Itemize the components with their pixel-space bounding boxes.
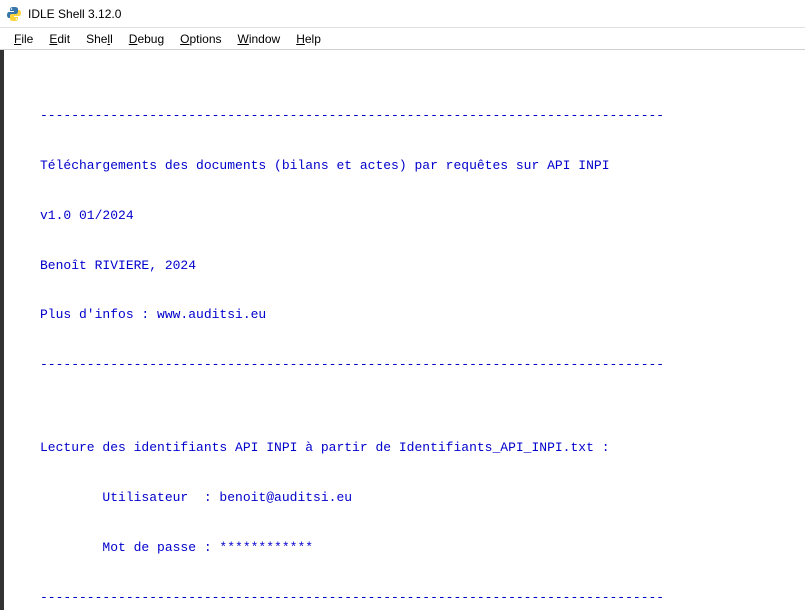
output-line: Utilisateur : benoit@auditsi.eu xyxy=(40,490,793,507)
titlebar: IDLE Shell 3.12.0 xyxy=(0,0,805,28)
menu-edit[interactable]: Edit xyxy=(41,30,78,48)
menu-window[interactable]: Window xyxy=(230,30,289,48)
output-line: ----------------------------------------… xyxy=(40,590,793,607)
output-line: Benoît RIVIERE, 2024 xyxy=(40,258,793,275)
menu-options[interactable]: Options xyxy=(172,30,229,48)
output-line: ----------------------------------------… xyxy=(40,108,793,125)
output-line: Mot de passe : ************ xyxy=(40,540,793,557)
window-title: IDLE Shell 3.12.0 xyxy=(28,7,121,21)
output-line: Téléchargements des documents (bilans et… xyxy=(40,158,793,175)
output-line: Lecture des identifiants API INPI à part… xyxy=(40,440,793,457)
output-line: v1.0 01/2024 xyxy=(40,208,793,225)
left-gutter xyxy=(0,50,4,610)
shell-output[interactable]: ----------------------------------------… xyxy=(0,50,805,610)
output-line: Plus d'infos : www.auditsi.eu xyxy=(40,307,793,324)
python-icon xyxy=(6,6,22,22)
menu-file[interactable]: File xyxy=(6,30,41,48)
menu-shell[interactable]: Shell xyxy=(78,30,121,48)
output-line: ----------------------------------------… xyxy=(40,357,793,374)
menu-debug[interactable]: Debug xyxy=(121,30,172,48)
menu-help[interactable]: Help xyxy=(288,30,329,48)
menubar: File Edit Shell Debug Options Window Hel… xyxy=(0,28,805,50)
